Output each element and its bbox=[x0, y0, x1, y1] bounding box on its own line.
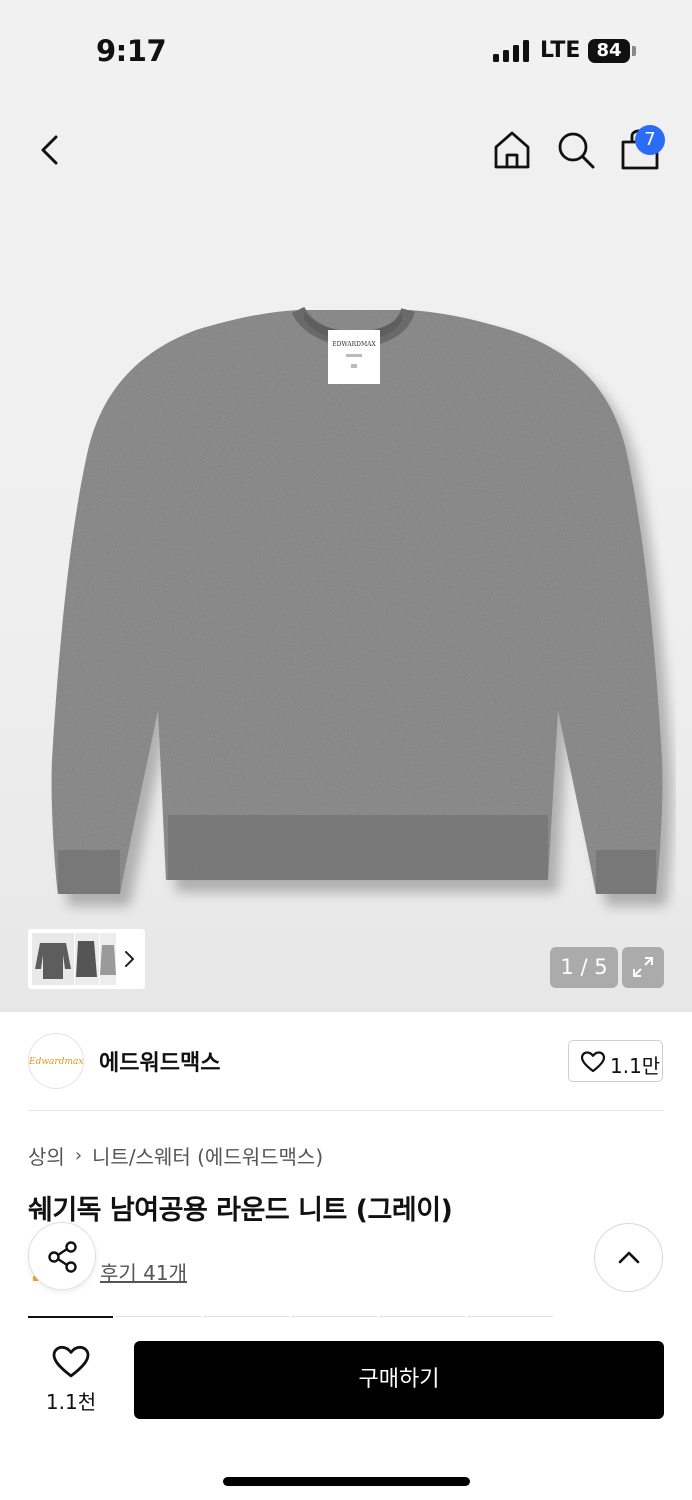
back-button[interactable] bbox=[30, 130, 70, 170]
battery-icon: 84 bbox=[588, 39, 630, 63]
wishlist-count: 1.1천 bbox=[45, 1390, 97, 1414]
share-icon bbox=[48, 1241, 77, 1273]
wishlist-button[interactable]: 1.1천 bbox=[35, 1343, 107, 1419]
heart-icon bbox=[581, 1051, 605, 1073]
brand-like-button[interactable]: 1.1만 bbox=[568, 1040, 663, 1082]
product-label-text: EDWARDMAX bbox=[332, 341, 376, 348]
home-indicator bbox=[223, 1477, 470, 1486]
battery-tip bbox=[632, 46, 636, 56]
status-time: 9:17 bbox=[96, 34, 167, 68]
chevron-right-icon bbox=[125, 951, 134, 967]
thumbnail-strip[interactable] bbox=[28, 929, 145, 989]
brand-logo-text: Edwardmax bbox=[29, 1057, 84, 1067]
brand-logo[interactable]: Edwardmax bbox=[28, 1033, 84, 1089]
product-gallery[interactable]: 9:17 LTE 84 7 EDWARDMAX 1 / 5 bbox=[0, 0, 692, 1012]
buy-button[interactable]: 구매하기 bbox=[134, 1341, 664, 1419]
home-icon bbox=[494, 131, 530, 169]
back-icon bbox=[41, 135, 58, 165]
signal-icon bbox=[493, 40, 529, 62]
breadcrumb-subcategory[interactable]: 니트/스웨터 (에드워드맥스) bbox=[92, 1141, 323, 1170]
brand-name[interactable]: 에드워드맥스 bbox=[99, 1045, 220, 1077]
divider bbox=[28, 1110, 664, 1111]
scroll-top-button[interactable] bbox=[594, 1223, 663, 1292]
home-button[interactable] bbox=[490, 128, 534, 172]
review-link[interactable]: 후기 41개 bbox=[100, 1257, 187, 1286]
breadcrumb-chevron-icon: › bbox=[74, 1145, 83, 1166]
product-title: 쉐기독 남여공용 라운드 니트 (그레이) bbox=[28, 1195, 453, 1226]
share-button[interactable] bbox=[28, 1222, 96, 1290]
carrier-label: LTE bbox=[540, 38, 581, 63]
expand-icon bbox=[633, 957, 653, 977]
heart-icon bbox=[52, 1345, 90, 1378]
cart-count-badge: 7 bbox=[635, 125, 665, 155]
image-pager: 1 / 5 bbox=[550, 947, 618, 988]
chevron-up-icon bbox=[618, 1251, 640, 1264]
brand-like-count: 1.1만 bbox=[610, 1054, 661, 1078]
product-image: EDWARDMAX bbox=[51, 306, 673, 906]
breadcrumb-category[interactable]: 상의 bbox=[28, 1141, 65, 1170]
breadcrumb: 상의 › 니트/스웨터 (에드워드맥스) bbox=[28, 1141, 323, 1170]
expand-button[interactable] bbox=[622, 947, 664, 988]
search-icon bbox=[558, 132, 595, 169]
search-button[interactable] bbox=[554, 128, 598, 172]
